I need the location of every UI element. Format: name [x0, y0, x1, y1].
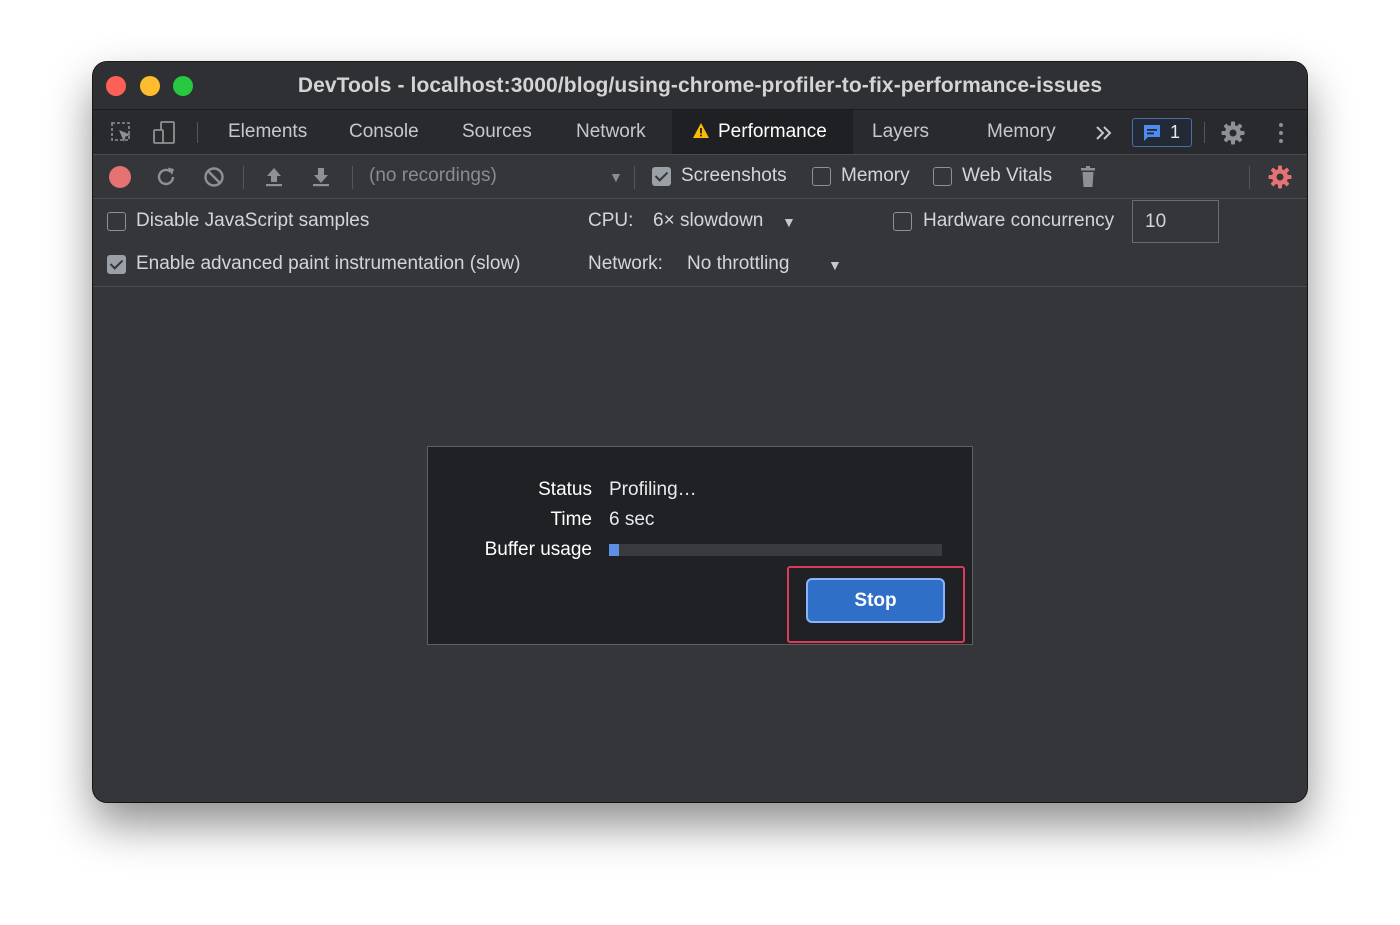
chevron-down-icon[interactable]: ▼: [782, 214, 796, 230]
memory-label: Memory: [841, 165, 910, 186]
network-throttling-select[interactable]: No throttling: [687, 253, 789, 275]
web-vitals-label: Web Vitals: [962, 165, 1053, 186]
recordings-select[interactable]: (no recordings): [369, 165, 497, 187]
tab-performance-label: Performance: [718, 121, 827, 142]
clear-icon[interactable]: [201, 164, 227, 190]
window-title: DevTools - localhost:3000/blog/using-chr…: [297, 74, 1103, 97]
issues-badge[interactable]: 1: [1132, 118, 1192, 147]
inspect-element-icon[interactable]: [109, 120, 135, 146]
tab-console[interactable]: Console: [349, 110, 419, 154]
hardware-concurrency-label: Hardware concurrency: [923, 210, 1115, 231]
message-icon: [1142, 123, 1162, 148]
tab-performance[interactable]: Performance: [672, 110, 853, 154]
disable-js-samples-label: Disable JavaScript samples: [136, 210, 370, 231]
kebab-menu-icon[interactable]: [1268, 120, 1294, 146]
buffer-usage-fill: [609, 544, 619, 556]
status-label: Status: [538, 479, 592, 500]
time-value: 6 sec: [609, 509, 655, 530]
status-value: Profiling…: [609, 479, 697, 500]
panel-tab-bar: Elements Console Sources Network Perform…: [93, 110, 1307, 155]
issues-count: 1: [1170, 122, 1181, 142]
devtools-window: DevTools - localhost:3000/blog/using-chr…: [93, 62, 1307, 802]
tab-network[interactable]: Network: [576, 110, 646, 154]
hardware-concurrency-input[interactable]: 10: [1132, 200, 1219, 243]
tab-sources[interactable]: Sources: [462, 110, 532, 154]
advanced-paint-label: Enable advanced paint instrumentation (s…: [136, 253, 521, 274]
divider: [243, 166, 244, 189]
memory-checkbox[interactable]: [812, 167, 831, 186]
hardware-concurrency-checkbox[interactable]: [893, 212, 912, 231]
stop-button[interactable]: Stop: [806, 578, 945, 623]
more-tabs-chevron-icon[interactable]: [1093, 120, 1119, 146]
tab-layers[interactable]: Layers: [872, 110, 929, 154]
disable-js-samples-checkbox[interactable]: [107, 212, 126, 231]
divider: [352, 166, 353, 189]
network-label: Network:: [588, 253, 663, 274]
reload-icon[interactable]: [153, 164, 179, 190]
trash-icon[interactable]: [1076, 164, 1102, 190]
divider: [1249, 166, 1250, 189]
buffer-usage-bar: [609, 544, 942, 556]
profiling-status-dialog: Status Profiling… Time 6 sec Buffer usag…: [427, 446, 973, 645]
time-label: Time: [550, 509, 592, 530]
screenshots-checkbox[interactable]: [652, 167, 671, 186]
divider: [197, 122, 198, 143]
record-button[interactable]: [109, 166, 131, 188]
device-toolbar-icon[interactable]: [151, 120, 177, 146]
chevron-down-icon[interactable]: ▼: [828, 257, 842, 273]
performance-toolbar: (no recordings) ▼ Screenshots Memory Web…: [93, 155, 1307, 199]
cpu-throttling-select[interactable]: 6× slowdown: [653, 210, 763, 232]
warning-icon: [692, 112, 710, 156]
screenshots-label: Screenshots: [681, 165, 787, 186]
divider: [1204, 122, 1205, 143]
tab-elements[interactable]: Elements: [228, 110, 307, 154]
upload-icon[interactable]: [261, 164, 287, 190]
web-vitals-checkbox[interactable]: [933, 167, 952, 186]
download-icon[interactable]: [308, 164, 334, 190]
cpu-label: CPU:: [588, 210, 634, 231]
capture-settings-pane: Disable JavaScript samples Enable advanc…: [93, 199, 1307, 287]
title-bar: DevTools - localhost:3000/blog/using-chr…: [93, 62, 1307, 110]
capture-settings-gear-icon[interactable]: [1267, 164, 1293, 190]
gear-icon[interactable]: [1220, 120, 1246, 146]
advanced-paint-checkbox[interactable]: [107, 255, 126, 274]
tab-memory[interactable]: Memory: [987, 110, 1056, 154]
buffer-usage-label: Buffer usage: [484, 539, 592, 560]
chevron-down-icon[interactable]: ▼: [609, 169, 623, 185]
divider: [634, 166, 635, 189]
